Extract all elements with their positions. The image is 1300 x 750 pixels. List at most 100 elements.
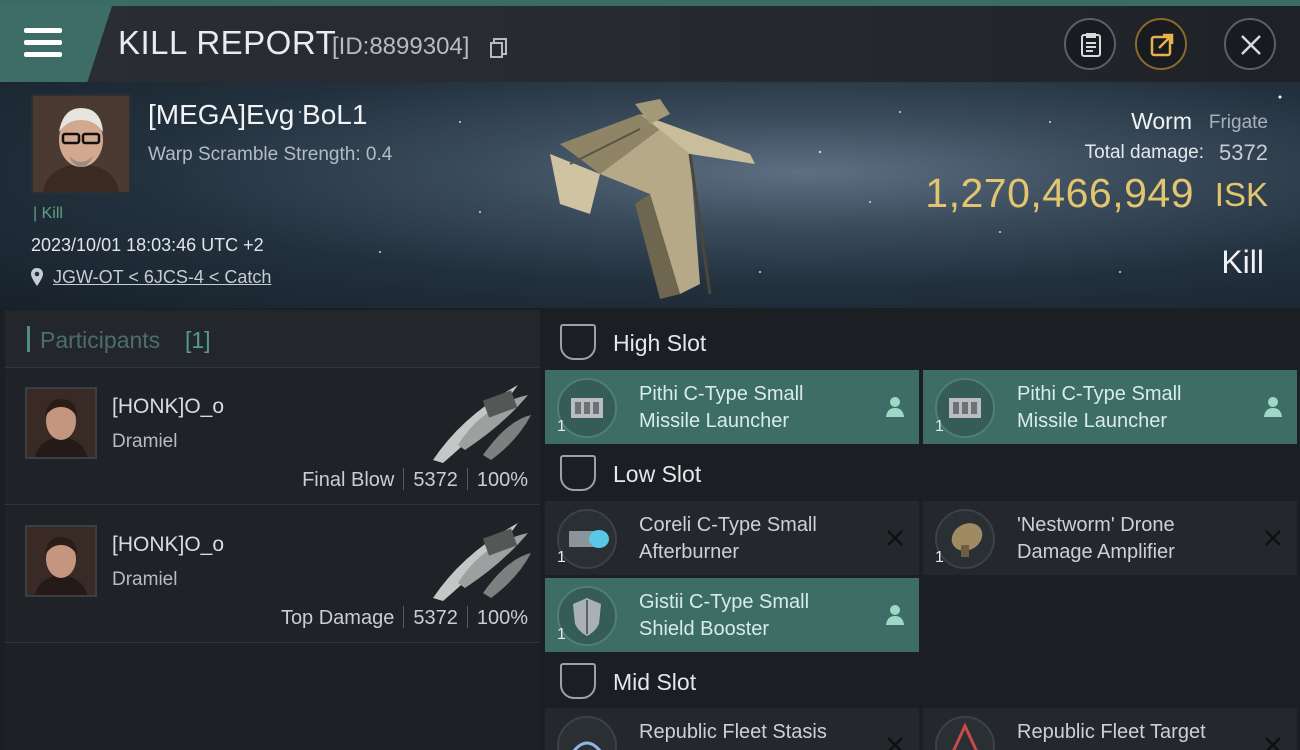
participant-percent: 100% — [476, 607, 528, 629]
module-name: Gistii C-Type Small Shield Booster — [639, 589, 879, 643]
low-slot-label: Low Slot — [613, 461, 702, 487]
module-name-line2: Missile Launcher — [1017, 410, 1168, 432]
high-slot-header: High Slot — [545, 314, 1300, 370]
module-item[interactable]: 1 Coreli C-Type Small Afterburner — [545, 501, 919, 575]
victim-portrait[interactable] — [31, 94, 131, 194]
total-damage-value: 5372 — [1219, 140, 1268, 165]
pilot-icon — [886, 605, 904, 625]
module-quantity: 1 — [557, 626, 566, 643]
missile-launcher-icon — [935, 378, 995, 438]
module-name-line2: Shield Booster — [639, 618, 770, 640]
participant-stats: Final Blow 5372 100% — [302, 468, 528, 492]
participant-row[interactable]: [HONK]O_o Dramiel Top Damage 5372 100% — [5, 507, 540, 643]
cross-icon — [1265, 530, 1281, 546]
module-item[interactable]: 1 Gistii C-Type Small Shield Booster — [545, 578, 919, 652]
high-slot-label: High Slot — [613, 330, 707, 356]
participant-damage: 5372 — [413, 469, 458, 491]
mid-slot-header: Mid Slot — [545, 653, 1300, 709]
participant-ship-image — [433, 523, 531, 601]
victim-ship-image — [550, 99, 755, 299]
pilot-icon — [886, 397, 904, 417]
participant-ship: Dramiel — [112, 431, 178, 452]
stats-divider — [466, 606, 468, 628]
low-slot-header: Low Slot — [545, 445, 1300, 501]
participant-ship: Dramiel — [112, 569, 178, 590]
isk-value: 1,270,466,949 — [925, 170, 1194, 216]
module-name-line1: Pithi C-Type Small — [1017, 383, 1182, 405]
module-name-line1: Republic Fleet Target — [1017, 721, 1206, 743]
participants-header-accent — [27, 326, 30, 352]
cross-icon — [887, 737, 903, 750]
participant-role: Final Blow — [302, 469, 395, 491]
cross-icon — [1265, 737, 1281, 750]
participant-stats: Top Damage 5372 100% — [281, 606, 528, 630]
module-quantity: 1 — [935, 549, 944, 566]
stats-divider — [466, 468, 468, 490]
module-name-line2: Afterburner — [639, 541, 740, 563]
slot-shield-icon — [560, 663, 596, 699]
target-painter-icon — [935, 716, 995, 750]
module-name-line1: Gistii C-Type Small — [639, 591, 810, 613]
participants-panel: Participants [1] [HONK]O_o Dramiel Final… — [5, 310, 540, 750]
mid-slot-label: Mid Slot — [613, 669, 697, 695]
share-button[interactable] — [1135, 18, 1187, 70]
module-item[interactable]: 1 Republic Fleet Stasis — [545, 708, 919, 750]
module-name: Republic Fleet Stasis — [639, 719, 879, 746]
module-item[interactable]: 1 Pithi C-Type Small Missile Launcher — [545, 370, 919, 444]
module-quantity: 1 — [557, 418, 566, 435]
afterburner-icon — [557, 509, 617, 569]
participant-name: [HONK]O_o — [112, 533, 225, 556]
victim-ship-class: Frigate — [1208, 112, 1268, 133]
module-quantity: 1 — [557, 549, 566, 566]
participant-name: [HONK]O_o — [112, 395, 225, 418]
copy-icon[interactable] — [490, 38, 508, 58]
victim-ship-name: Worm — [1131, 108, 1192, 134]
participant-row[interactable]: [HONK]O_o Dramiel Final Blow 5372 100% — [5, 369, 540, 505]
kill-tag: | Kill — [33, 205, 63, 222]
module-name-line1: 'Nestworm' Drone — [1017, 514, 1175, 536]
close-button[interactable] — [1224, 18, 1276, 70]
isk-unit: ISK — [1214, 176, 1268, 213]
module-name: Pithi C-Type Small Missile Launcher — [639, 381, 879, 435]
clipboard-icon — [1081, 33, 1101, 57]
module-name-line1: Pithi C-Type Small — [639, 383, 804, 405]
close-icon — [1241, 35, 1261, 55]
stats-divider — [403, 468, 405, 490]
module-item[interactable]: 1 Republic Fleet Target — [923, 708, 1297, 750]
participant-avatar — [25, 387, 97, 459]
kill-tag-label: Kill — [41, 205, 63, 222]
module-item[interactable]: 1 'Nestworm' Drone Damage Amplifier — [923, 501, 1297, 575]
hamburger-icon — [24, 28, 62, 58]
clipboard-button[interactable] — [1064, 18, 1116, 70]
kill-report-window: KILL REPORT [ID:8899304] [MEGA]Evg BoL1 … — [0, 0, 1300, 750]
victim-banner: [MEGA]Evg BoL1 Warp Scramble Strength: 0… — [0, 82, 1300, 308]
module-name: Pithi C-Type Small Missile Launcher — [1017, 381, 1257, 435]
module-quantity: 1 — [935, 418, 944, 435]
slot-shield-icon — [560, 455, 596, 491]
module-name: Coreli C-Type Small Afterburner — [639, 512, 879, 566]
cross-icon — [887, 530, 903, 546]
module-name: 'Nestworm' Drone Damage Amplifier — [1017, 512, 1257, 566]
participant-ship-image — [433, 385, 531, 463]
module-name-line2: Damage Amplifier — [1017, 541, 1175, 563]
kill-datetime: 2023/10/01 18:03:46 UTC +2 — [31, 235, 264, 255]
warp-scramble-strength: Warp Scramble Strength: 0.4 — [148, 144, 393, 165]
victim-name: [MEGA]Evg BoL1 — [148, 99, 368, 130]
kill-result: Kill — [1221, 244, 1264, 280]
location-link[interactable]: JGW-OT < 6JCS-4 < Catch — [53, 267, 271, 288]
module-item[interactable]: 1 Pithi C-Type Small Missile Launcher — [923, 370, 1297, 444]
slot-shield-icon — [560, 324, 596, 360]
report-id: [ID:8899304] — [332, 33, 470, 60]
stats-divider — [403, 606, 405, 628]
participant-percent: 100% — [476, 469, 528, 491]
participant-role: Top Damage — [280, 607, 395, 629]
fitting-panel: High Slot 1 Pithi C-Type Small Missile La… — [545, 310, 1300, 750]
missile-launcher-icon — [557, 378, 617, 438]
module-name: Republic Fleet Target — [1017, 719, 1257, 746]
drone-amplifier-icon — [935, 509, 995, 569]
participants-header: Participants [1] — [5, 310, 540, 368]
total-damage-label: Total damage: — [1084, 142, 1204, 163]
participants-count: [1] — [185, 327, 211, 353]
share-icon — [1150, 33, 1174, 57]
pilot-icon — [1264, 397, 1282, 417]
